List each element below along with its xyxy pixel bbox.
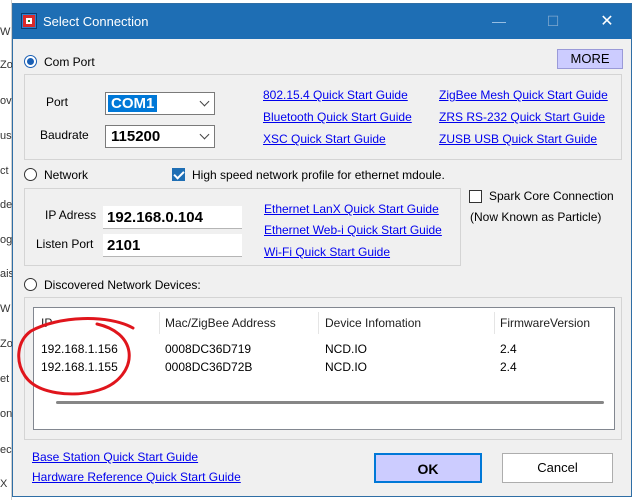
- background-text: et: [0, 373, 10, 385]
- link-base-station-guide[interactable]: Base Station Quick Start Guide: [32, 450, 198, 464]
- chevron-down-icon: [199, 96, 210, 107]
- window-title: Select Connection: [43, 14, 149, 29]
- background-text: us: [0, 130, 12, 142]
- background-text: ov: [0, 95, 12, 107]
- column-header-mac[interactable]: Mac/ZigBee Address: [165, 316, 276, 330]
- select-connection-dialog: Select Connection — ☐ ✕ Com Port MORE Po…: [12, 3, 632, 497]
- link-802-15-4-guide[interactable]: 802.15.4 Quick Start Guide: [263, 88, 408, 102]
- listen-port-label: Listen Port: [36, 237, 94, 251]
- spark-core-note: (Now Known as Particle): [470, 210, 602, 224]
- port-select[interactable]: COM1: [105, 92, 215, 115]
- spark-core-label: Spark Core Connection: [489, 189, 614, 203]
- background-text: Zo: [0, 338, 12, 350]
- ok-button[interactable]: OK: [374, 453, 482, 483]
- background-text: X: [0, 478, 8, 490]
- more-button[interactable]: MORE: [557, 49, 623, 69]
- background-text: ais: [0, 268, 12, 280]
- cancel-button[interactable]: Cancel: [502, 453, 613, 483]
- high-speed-label: High speed network profile for ethernet …: [192, 168, 445, 182]
- cell-firmware: 2.4: [500, 342, 517, 356]
- listen-port-input[interactable]: 2101: [103, 234, 242, 257]
- com-port-radio[interactable]: [24, 55, 37, 68]
- baudrate-label: Baudrate: [40, 128, 89, 142]
- port-value: COM1: [108, 95, 158, 112]
- background-text: de: [0, 199, 12, 211]
- link-xsc-guide[interactable]: XSC Quick Start Guide: [263, 132, 386, 146]
- network-radio[interactable]: [24, 168, 37, 181]
- background-window-strip: W Zo ov us ct de og ais W Zo et on ec X: [0, 0, 12, 500]
- link-bluetooth-guide[interactable]: Bluetooth Quick Start Guide: [263, 110, 412, 124]
- spark-core-checkbox[interactable]: [469, 190, 482, 203]
- title-bar[interactable]: Select Connection — ☐ ✕: [13, 4, 631, 39]
- column-header-firmware[interactable]: FirmwareVersion: [500, 316, 590, 330]
- link-zigbee-mesh-guide[interactable]: ZigBee Mesh Quick Start Guide: [439, 88, 608, 102]
- background-text: og: [0, 234, 12, 246]
- ip-address-input[interactable]: 192.168.0.104: [103, 206, 242, 229]
- network-label: Network: [44, 168, 89, 182]
- cell-device-info: NCD.IO: [325, 342, 367, 356]
- maximize-button[interactable]: ☐: [531, 4, 575, 39]
- link-wifi-guide[interactable]: Wi-Fi Quick Start Guide: [264, 245, 390, 259]
- cell-device-info: NCD.IO: [325, 360, 367, 374]
- close-button[interactable]: ✕: [585, 4, 629, 39]
- app-icon: [21, 13, 37, 29]
- background-text: ec: [0, 444, 12, 456]
- link-ethernet-webi-guide[interactable]: Ethernet Web-i Quick Start Guide: [264, 223, 442, 237]
- column-divider[interactable]: [159, 312, 160, 334]
- background-text: Zo: [0, 59, 12, 71]
- column-divider[interactable]: [318, 312, 319, 334]
- ip-address-label: IP Adress: [45, 208, 97, 222]
- link-zusb-usb-guide[interactable]: ZUSB USB Quick Start Guide: [439, 132, 597, 146]
- column-header-device-info[interactable]: Device Infomation: [325, 316, 421, 330]
- background-text: W: [0, 303, 11, 315]
- link-ethernet-lanx-guide[interactable]: Ethernet LanX Quick Start Guide: [264, 202, 439, 216]
- discovered-devices-radio[interactable]: [24, 278, 37, 291]
- chevron-down-icon: [199, 129, 210, 140]
- annotation-circle: [17, 317, 135, 396]
- link-zrs-rs232-guide[interactable]: ZRS RS-232 Quick Start Guide: [439, 110, 605, 124]
- background-text: ct: [0, 165, 9, 177]
- cell-mac: 0008DC36D72B: [165, 360, 253, 374]
- minimize-button[interactable]: —: [477, 4, 521, 39]
- background-text: W: [0, 26, 11, 38]
- cell-firmware: 2.4: [500, 360, 517, 374]
- column-divider[interactable]: [494, 312, 495, 334]
- baudrate-select[interactable]: 115200: [105, 125, 215, 148]
- com-port-label: Com Port: [44, 55, 95, 69]
- baudrate-value: 115200: [111, 128, 161, 145]
- background-text: on: [0, 408, 12, 420]
- port-label: Port: [46, 95, 69, 109]
- link-hardware-reference-guide[interactable]: Hardware Reference Quick Start Guide: [32, 470, 241, 484]
- cell-mac: 0008DC36D719: [165, 342, 252, 356]
- high-speed-checkbox[interactable]: [172, 168, 185, 181]
- discovered-devices-label: Discovered Network Devices:: [44, 278, 201, 292]
